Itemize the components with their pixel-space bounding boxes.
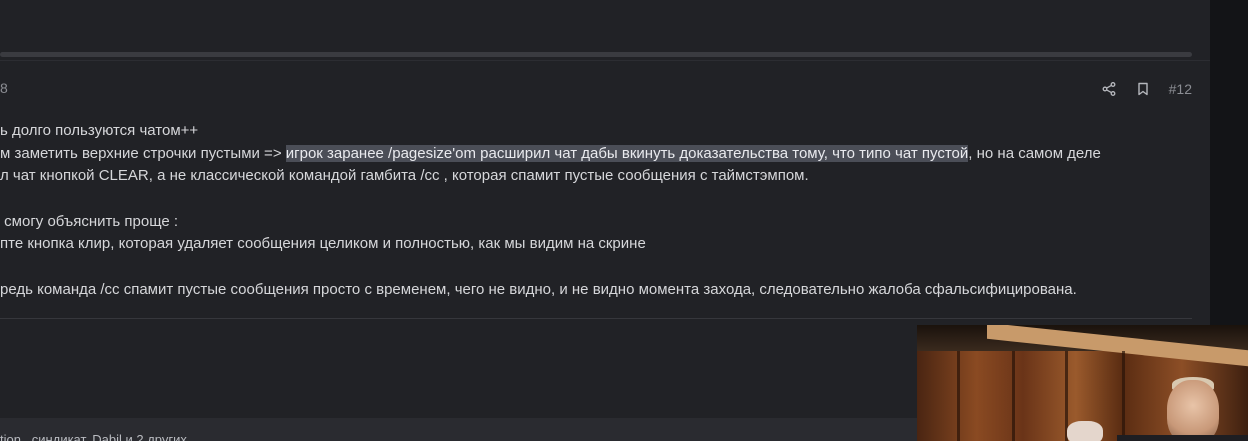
forum-thread-view: 8 #12 ь долго пользуются чатом++ м замет… bbox=[0, 0, 1248, 441]
webcam-plank bbox=[1122, 351, 1125, 441]
horizontal-scrollbar[interactable] bbox=[0, 52, 1192, 57]
webcam-person-shirt bbox=[1117, 435, 1248, 441]
previous-post bbox=[0, 0, 1210, 60]
post-actions: #12 bbox=[1101, 79, 1192, 99]
post-line-blank bbox=[0, 256, 1210, 279]
post-line-3: л чат кнопкой CLEAR, а не классической к… bbox=[0, 167, 809, 185]
post-line-1: ь долго пользуются чатом++ bbox=[0, 122, 199, 139]
post-line-blank bbox=[0, 188, 1210, 211]
bookmark-icon[interactable] bbox=[1135, 81, 1151, 97]
post-line-2: м заметить верхние строчки пустыми => иг… bbox=[0, 143, 1210, 166]
webcam-plank bbox=[957, 351, 960, 441]
webcam-person-hand bbox=[1067, 421, 1103, 441]
post-date[interactable]: 8 bbox=[0, 80, 8, 96]
post-divider bbox=[0, 318, 1192, 319]
post-line-6: пте кнопка клир, которая удаляет сообщен… bbox=[0, 235, 646, 253]
webcam-overlay bbox=[917, 325, 1248, 441]
post-line-2-start: м заметить верхние строчки пустыми => bbox=[0, 144, 286, 162]
webcam-plank bbox=[1012, 351, 1015, 441]
post-line-5: смогу объяснить проще : bbox=[0, 212, 179, 230]
post-line-2-end: , но на самом деле bbox=[968, 144, 1101, 162]
post-line-8: редь команда /cc спамит пустые сообщения… bbox=[0, 280, 1077, 298]
selected-text: игрок заранее /pagesize'om расширил чат … bbox=[285, 144, 969, 162]
reactions-list[interactable]: tion , синдикат, Dabil и 2 других bbox=[0, 432, 187, 441]
webcam-person bbox=[1167, 380, 1219, 441]
share-icon[interactable] bbox=[1101, 81, 1117, 97]
post-number-link[interactable]: #12 bbox=[1169, 81, 1192, 97]
post-body: ь долго пользуются чатом++ м заметить ве… bbox=[0, 120, 1210, 302]
